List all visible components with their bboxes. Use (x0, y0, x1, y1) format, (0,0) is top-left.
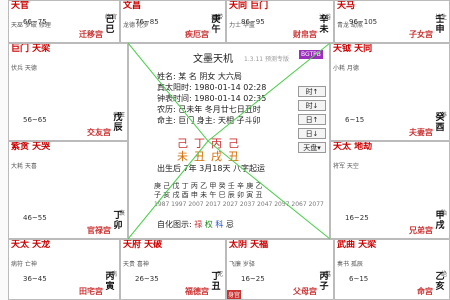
day-up-button[interactable]: 日↑ (298, 114, 326, 125)
info-line-2: 真太阳时: 1980-01-14 02:28 (157, 83, 267, 92)
palace-minor: 小耗 月德 (333, 65, 359, 72)
palace-ganzhi: 壬申 (435, 15, 445, 35)
palace-stars: 文昌 (123, 1, 142, 11)
palace-range: 46~55 (23, 214, 47, 222)
palace-ganzhi: 乙亥 (435, 272, 445, 292)
palace-name: 父母宫 (293, 287, 317, 296)
palace-ganzhi: 己巳 (105, 15, 115, 35)
app-version: 1.3.11 预测专版 (244, 56, 289, 63)
palace-range: 66~75 (23, 18, 47, 26)
palace-name: 子女宫 (409, 30, 433, 39)
palace-stars: 天太 地劫 (333, 142, 373, 152)
palace-ganzhi: 癸酉 (435, 113, 445, 133)
palace-stars: 巨门 天梁 (11, 44, 51, 54)
palace-range: 16~25 (345, 214, 369, 222)
hua-legend: 自化图示: 禄 权 科 忌 (157, 219, 234, 230)
birth-line: 出生后 7年 3月18天 八字起运 (157, 164, 265, 173)
palace-mao[interactable]: 紫贪 天哭 大耗 天喜 46~55 衰 丁卯 官禄宫 (8, 141, 128, 239)
palace-yin[interactable]: 天太 天龙 病符 亡神 36~45 病 丙寅 田宅宫 (8, 239, 120, 300)
palace-hai[interactable]: 武曲 天梁 奏书 孤辰 6~15 绝 乙亥 命宫 (334, 239, 450, 300)
palace-stars: 天太 天龙 (11, 240, 51, 250)
palace-si[interactable]: 天官 天巫 岁破 修理 66~75 临官 己巳 迁移宫 (8, 0, 120, 43)
palace-stars: 太阴 天福 (229, 240, 269, 250)
palace-name: 官禄宫 (87, 226, 111, 235)
palace-ganzhi: 戊辰 (113, 113, 123, 133)
palace-range: 26~35 (135, 275, 159, 283)
palace-ganzhi: 甲戌 (435, 211, 445, 231)
hua-quan: 权 (204, 220, 213, 229)
bazi-branches: 未丑戌丑 (177, 150, 245, 163)
palace-ganzhi: 丙子 (319, 272, 329, 292)
hua-label: 自化图示: (157, 220, 192, 229)
hua-ke: 科 (215, 220, 224, 229)
palace-stars: 天马 (337, 1, 356, 11)
palace-shen[interactable]: 天马 青龙 劫煞 96~105 长生 壬申 子女宫 (334, 0, 450, 43)
palace-wei[interactable]: 天同 巨门 力士 华盖 86~95 沐浴 辛未 财帛宫 (226, 0, 334, 43)
hua-ji: 忌 (225, 220, 234, 229)
time-controls: 时↑ 时↓ 日↑ 日↓ 天盘▾ (298, 86, 326, 156)
palace-minor: 大耗 天喜 (11, 163, 37, 170)
palace-stars: 紫贪 天哭 (11, 142, 51, 152)
app-title: 文墨天机 (193, 54, 233, 65)
palace-stars: 天官 (11, 1, 30, 11)
info-line-5: 命主: 巨门 身主: 天相 子斗卯 (157, 116, 261, 125)
info-line-3: 钟表时间: 1980-01-14 02:35 (157, 94, 267, 103)
palace-name: 夫妻宫 (409, 128, 433, 137)
palace-minor: 奏书 孤辰 (337, 261, 363, 268)
chart-board: 天官 天巫 岁破 修理 66~75 临官 己巳 迁移宫 文昌 龙德 陀罗 76~… (8, 0, 450, 300)
palace-zi[interactable]: 太阴 天福 飞廉 岁驿 16~25 墓 丙子 父母宫 身宫 (226, 239, 334, 300)
info-line-1: 姓名: 某 名 阴女 大六局 (157, 72, 242, 81)
palace-ganzhi: 庚午 (211, 15, 221, 35)
palace-name: 田宅宫 (79, 287, 103, 296)
hour-down-button[interactable]: 时↓ (298, 100, 326, 111)
palace-name: 福德宫 (185, 287, 209, 296)
dayun-row-2: 子 亥 戌 酉 申 未 午 巳 辰 卯 寅 丑 (154, 191, 263, 199)
palace-minor: 天贵 喜神 (123, 261, 149, 268)
palace-ganzhi: 辛未 (319, 15, 329, 35)
palace-name: 迁移宫 (79, 30, 103, 39)
palace-range: 36~45 (23, 275, 47, 283)
palace-stars: 天同 巨门 (229, 1, 269, 11)
palace-range: 56~65 (23, 116, 47, 124)
palace-range: 16~25 (241, 275, 265, 283)
palace-name: 命宫 (417, 287, 433, 296)
palace-range: 86~95 (241, 18, 265, 26)
dayun-years: 1987 1997 2007 2017 2027 2037 2047 2057 … (154, 201, 324, 208)
palace-minor: 将军 天空 (333, 163, 359, 170)
palace-range: 6~15 (349, 275, 369, 283)
palace-range: 6~15 (345, 116, 365, 124)
palace-minor: 病符 亡神 (11, 261, 37, 268)
palace-minor: 飞廉 岁驿 (229, 261, 255, 268)
palace-stars: 武曲 天梁 (337, 240, 377, 250)
palace-chen[interactable]: 巨门 天梁 伏兵 天德 56~65 帝旺 戊辰 交友宫 (8, 43, 128, 141)
palace-ganzhi: 丁卯 (113, 211, 123, 231)
sky-board-dropdown[interactable]: 天盘▾ (298, 142, 326, 153)
palace-name: 兄弟宫 (409, 226, 433, 235)
palace-ganzhi: 丙寅 (105, 272, 115, 292)
palace-you[interactable]: 天钺 天同 小耗 月德 6~15 养 癸酉 夫妻宫 (330, 43, 450, 141)
day-down-button[interactable]: 日↓ (298, 128, 326, 139)
palace-xu[interactable]: 天太 地劫 将军 天空 16~25 胎 甲戌 兄弟宫 (330, 141, 450, 239)
hua-lu: 禄 (194, 220, 203, 229)
chart-tag: BGTPB (299, 50, 323, 59)
palace-ganzhi: 丁丑 (211, 272, 221, 292)
body-palace-badge: 身宫 (227, 290, 242, 299)
palace-name: 交友宫 (87, 128, 111, 137)
palace-range: 96~105 (349, 18, 378, 26)
palace-chou[interactable]: 天府 天破 天贵 喜神 26~35 死 丁丑 福德宫 (120, 239, 226, 300)
palace-stars: 天钺 天同 (333, 44, 373, 54)
palace-name: 疾厄宫 (185, 30, 209, 39)
palace-range: 76~85 (135, 18, 159, 26)
palace-minor: 伏兵 天德 (11, 65, 37, 72)
hour-up-button[interactable]: 时↑ (298, 86, 326, 97)
palace-stars: 天府 天破 (123, 240, 163, 250)
palace-name: 财帛宫 (293, 30, 317, 39)
palace-wu[interactable]: 文昌 龙德 陀罗 76~85 冠带 庚午 疾厄宫 (120, 0, 226, 43)
info-line-4: 农历: 己未年 冬月廿七日丑时 (157, 105, 261, 114)
